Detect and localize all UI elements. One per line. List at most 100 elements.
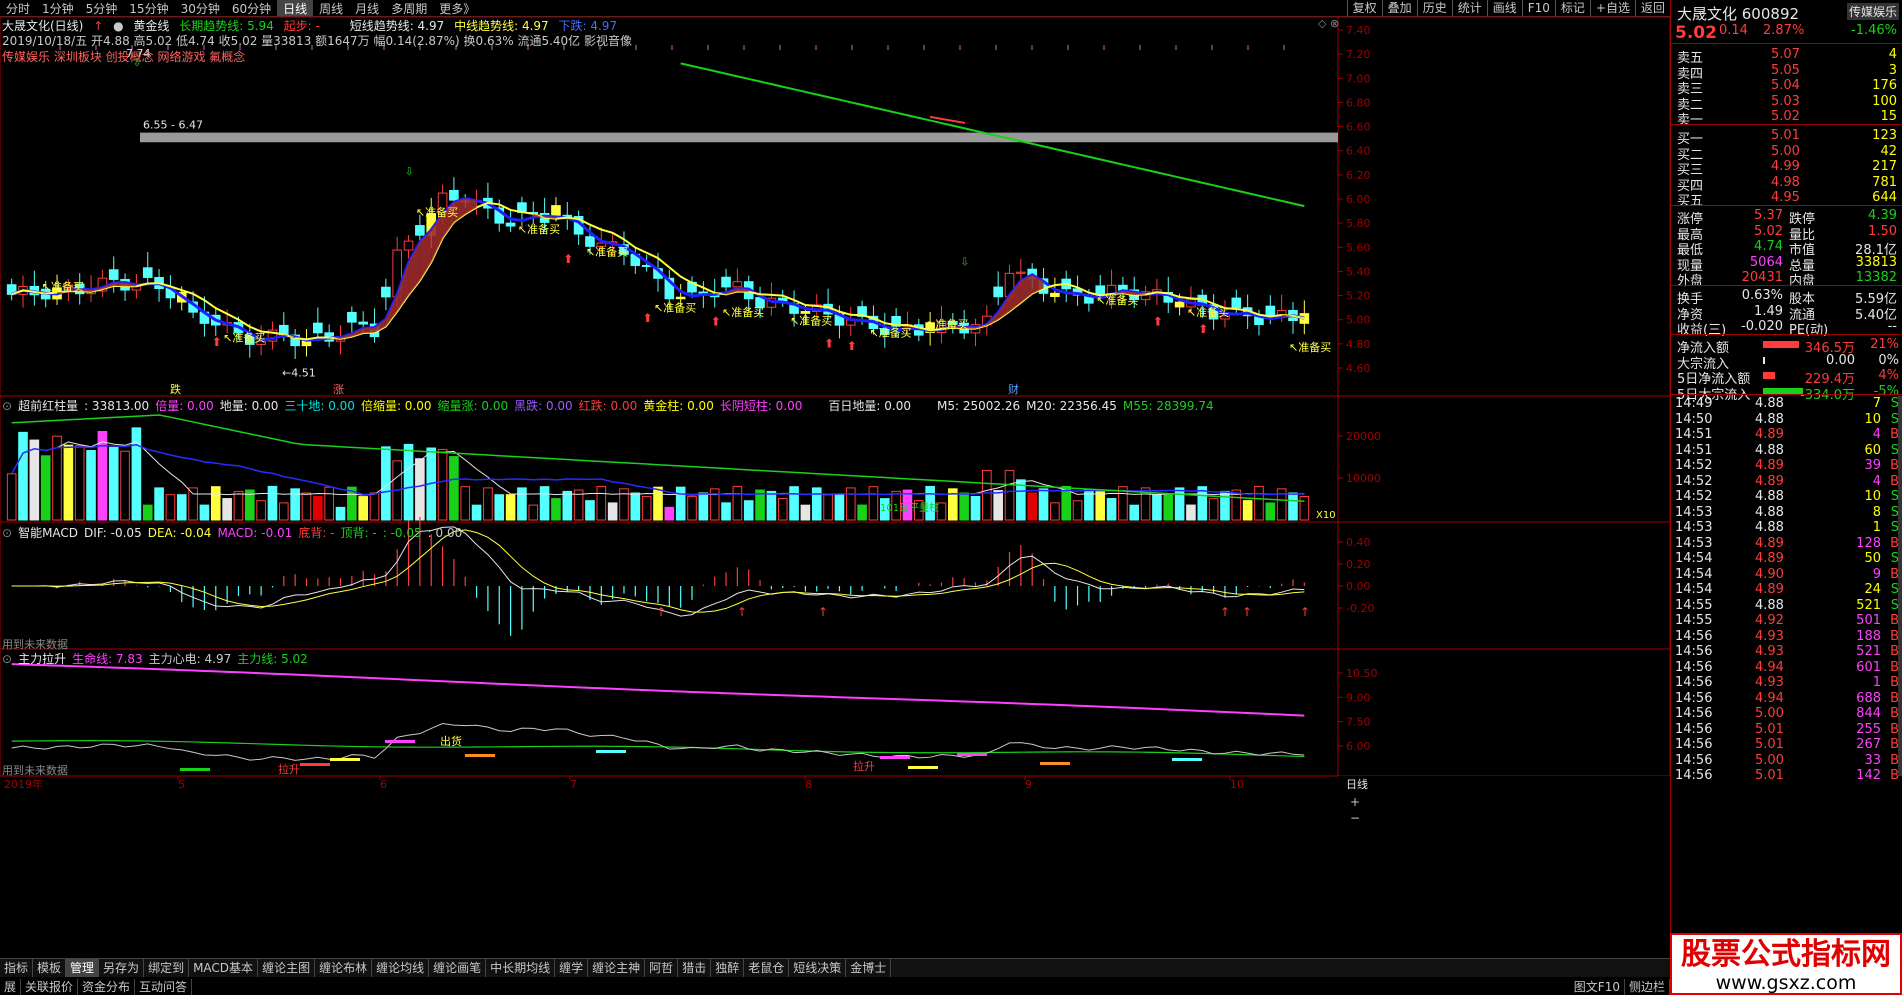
concepts-line[interactable]: 传媒娱乐 深圳板块 创投概念 网络游戏 氟概念 [2,48,251,64]
vol-bar [18,431,28,521]
candle [1072,275,1083,306]
y-tick-label: 6.80 [1346,96,1371,109]
trend-fill [113,282,126,287]
settings-dot-icon[interactable]: ⊙ [2,652,12,666]
tick-time: 14:50 [1675,411,1713,427]
tick-price: 4.88 [1755,597,1784,613]
flow-bar [1763,356,1765,364]
tick-price: 4.88 [1755,396,1784,411]
candle [29,270,40,306]
macd-p2: 顶背: - [340,526,377,540]
buy-signal-label: ↖准备买 [1187,305,1229,319]
marker-label-0: 跌 [170,382,181,396]
bid-vol: 644 [1872,190,1897,205]
ind-tab-14[interactable]: 猎击 [678,959,712,977]
ind-tab-10[interactable]: 中长期均线 [486,959,556,977]
vol-bar [743,500,754,521]
ind-tab-16[interactable]: 老鼠仓 [744,959,790,977]
zl-y-label: 9.00 [1346,691,1371,704]
concepts-text[interactable]: 传媒娱乐 深圳板块 创投概念 网络游戏 氟概念 [2,50,245,64]
bottom-tab-2[interactable]: 资金分布 [78,978,136,995]
ind-tab-15[interactable]: 独醉 [711,959,745,977]
ind-tab-3[interactable]: 另存为 [99,959,145,977]
tick-time: 14:51 [1675,442,1713,458]
ind-long-trend: 长期趋势线: 5.94 [179,19,274,33]
macd-title-label: 智能MACD [18,526,79,540]
kline-chart-svg[interactable]: 7.40 7.20 7.00 6.80 6.60 6.40 6.20 6.00 5.80 5.60… [0,0,1670,958]
tick-scrollbar[interactable] [1898,396,1902,776]
vol-bar [868,486,879,521]
ind-tab-17[interactable]: 短线决策 [789,959,847,977]
zl-signal-bar [596,750,626,753]
tick-price: 4.89 [1755,582,1784,597]
bottom-tab-1[interactable]: 关联报价 [21,978,79,995]
tick-price: 4.88 [1755,504,1784,520]
ind-tab-12[interactable]: 缠论主神 [588,959,646,977]
ind-tab-7[interactable]: 缠论布林 [315,959,373,977]
buy-signal-label: ↖准备买 [1096,293,1138,307]
vol-bar [176,494,187,521]
tick-price: 4.94 [1755,659,1784,675]
settings-dot-icon[interactable]: ● [113,19,123,33]
ind-tab-9[interactable]: 缠论画笔 [429,959,487,977]
vol-bar [641,496,652,521]
ind-tab-5[interactable]: MACD基本 [189,959,259,977]
sell-arrow-icon: ⇩ [960,255,969,268]
vol-y-label: 10000 [1346,472,1381,485]
x-axis-bg [0,776,1670,790]
tick-price: 4.93 [1755,644,1784,659]
ind-tab-18[interactable]: 金博士 [846,959,892,977]
ind-tab-2[interactable]: 管理 [66,959,100,977]
settings-dot-icon[interactable]: ⊙ [2,399,12,413]
tick-time: 14:54 [1675,582,1713,597]
ind-tab-13[interactable]: 阿哲 [645,959,679,977]
bottom-right-tab-1[interactable]: 侧边栏 [1625,978,1670,995]
ind-tab-4[interactable]: 绑定到 [144,959,190,977]
buy-signal-label: ↖准备买 [722,305,764,319]
ask-vol: 4 [1888,47,1897,62]
zl-label-1: 拉升 [278,762,300,776]
zl-signal-bar [1172,758,1202,761]
zoom-minus-icon[interactable]: − [1350,811,1360,825]
macd-dif: DIF: -0.05 [84,526,142,540]
vol-bar [301,492,312,521]
vol-title: ⊙ 超前红柱量: 33813.00 倍量: 0.00 地量: 0.00 三十地: 0.0… [2,397,1220,413]
vol-bar [29,439,40,521]
chart-ctrl-icons[interactable]: ◇ ⊗ [1318,17,1339,30]
vol-bar [970,496,981,521]
bottom-right-tab-0[interactable]: 图文F10 [1570,978,1625,995]
zl-signal-bar [180,768,210,771]
zl-item-0: 生命线: 7.83 [72,652,143,666]
ind-tab-1[interactable]: 模板 [33,959,67,977]
quote-name: 大晟文化 600892 [1677,5,1800,23]
ind-mid-trend: 中线趋势线: 4.97 [454,19,549,33]
ind-tab-11[interactable]: 缠学 [555,959,589,977]
tick-time: 14:56 [1675,659,1713,675]
bottom-tab-3[interactable]: 互动问答 [135,978,193,995]
tick-price: 4.88 [1755,520,1784,535]
ind-tab-8[interactable]: 缠论均线 [372,959,430,977]
quote-price: 5.02 [1675,23,1717,43]
bottom-tab-0[interactable]: 展 [0,978,22,995]
vol-x10-label: X10 [1316,510,1336,521]
zoom-plus-icon[interactable]: + [1350,795,1360,809]
quote-price-row: 5.02 0.14 2.87% -1.46% [1671,22,1902,43]
y-tick-label: 5.80 [1346,217,1371,230]
ask-label: 卖一 [1677,113,1704,128]
settings-dot-icon[interactable]: ⊙ [2,526,12,540]
vol-bar [721,502,731,521]
tick-time: 14:56 [1675,752,1713,768]
y-tick-label: 4.60 [1346,362,1371,375]
ind-tab-6[interactable]: 缠论主图 [258,959,316,977]
vol-bar [596,485,607,521]
candle [562,202,573,230]
x-month: 5 [178,778,185,791]
ask-vol: 176 [1872,78,1897,93]
vol-item-3: 倍缩量: 0.00 [360,399,432,413]
ind-tab-0[interactable]: 指标 [0,959,34,977]
x-period-label: 日线 [1346,777,1368,791]
vol-bar [120,450,130,521]
panel-border [0,648,1670,777]
vol-baiday: 百日地量: 0.00 [828,399,911,413]
vol-bar [86,450,96,521]
